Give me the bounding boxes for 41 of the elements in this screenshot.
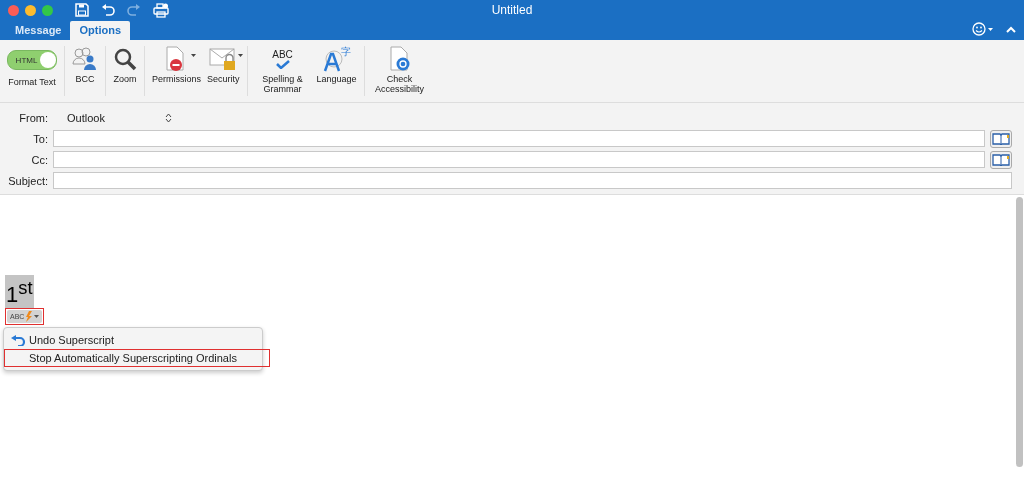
zoom-button[interactable] bbox=[42, 4, 53, 16]
caret-icon bbox=[34, 315, 40, 319]
security-button[interactable]: Security bbox=[204, 42, 243, 100]
permissions-button[interactable]: Permissions bbox=[149, 42, 204, 100]
from-selector[interactable]: Outlook bbox=[61, 110, 178, 125]
minimize-button[interactable] bbox=[25, 4, 36, 16]
input-field[interactable] bbox=[53, 151, 985, 168]
field-label: Cc: bbox=[30, 153, 48, 166]
undo-icon[interactable] bbox=[101, 4, 115, 16]
ribbon-tab[interactable]: Message bbox=[6, 21, 71, 40]
collapse-ribbon-icon[interactable] bbox=[1006, 25, 1016, 33]
search-icon bbox=[113, 47, 137, 71]
lightning-icon bbox=[26, 311, 33, 323]
input-field[interactable] bbox=[53, 130, 985, 147]
body-text: 1$^{st}$ bbox=[5, 275, 34, 309]
zoom-button[interactable]: Zoom bbox=[110, 42, 140, 100]
menu-item[interactable]: Stop Automatically Superscripting Ordinals bbox=[4, 349, 270, 368]
accessibility-button[interactable]: Check Accessibility bbox=[368, 42, 431, 100]
people-icon bbox=[72, 47, 98, 71]
undo-icon bbox=[11, 334, 25, 346]
spelling-button[interactable]: ABC Spelling & Grammar bbox=[251, 42, 314, 100]
menu-item[interactable]: Undo Superscript bbox=[4, 331, 262, 350]
ribbon-tab[interactable]: Options bbox=[70, 21, 131, 40]
document-accessibility-icon bbox=[387, 46, 412, 72]
field-label: Subject: bbox=[7, 174, 48, 187]
printer-icon[interactable] bbox=[153, 2, 169, 18]
close-button[interactable] bbox=[8, 4, 19, 16]
input-field[interactable] bbox=[53, 172, 1012, 189]
field-label: From: bbox=[18, 111, 48, 124]
updown-arrows-icon bbox=[164, 112, 172, 123]
address-book-button[interactable] bbox=[990, 129, 1012, 148]
smiley-icon[interactable] bbox=[972, 22, 994, 36]
save-icon[interactable] bbox=[75, 3, 89, 17]
envelope-lock-icon bbox=[209, 46, 238, 72]
field-label: To: bbox=[32, 132, 48, 145]
bcc-button[interactable]: BCC bbox=[69, 42, 101, 100]
address-book-button[interactable] bbox=[990, 150, 1012, 169]
redo-icon[interactable] bbox=[127, 4, 141, 16]
language-button[interactable]: 字 Language bbox=[313, 42, 360, 100]
window-title: Untitled bbox=[490, 3, 534, 17]
format-text-button[interactable]: HTML Format Text bbox=[4, 42, 60, 100]
